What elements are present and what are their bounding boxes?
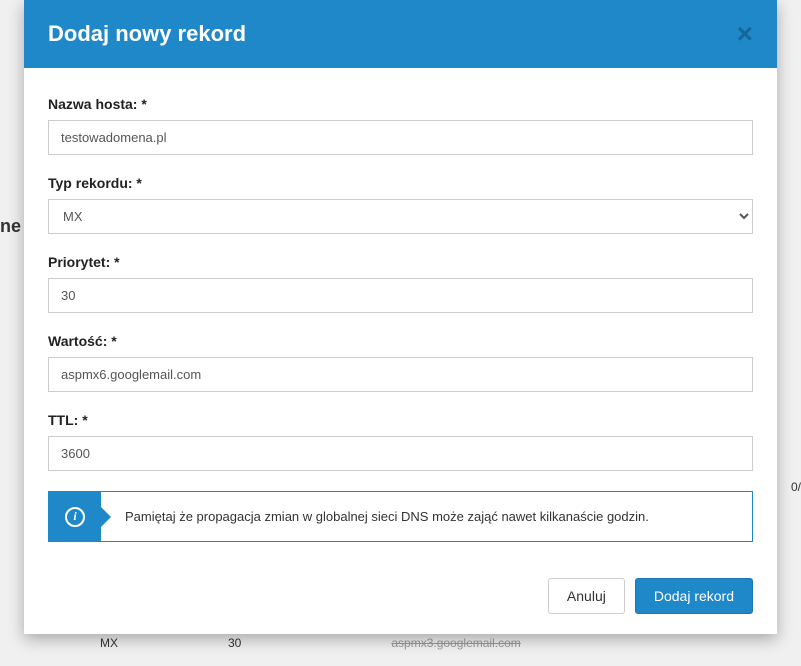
info-icon-wrap: i [49, 492, 101, 541]
ttl-label: TTL: * [48, 412, 753, 428]
modal-body: Nazwa hosta: * Typ rekordu: * MX Prioryt… [24, 68, 777, 566]
priority-group: Priorytet: * [48, 254, 753, 313]
record-type-group: Typ rekordu: * MX [48, 175, 753, 234]
value-label: Wartość: * [48, 333, 753, 349]
info-text: Pamiętaj że propagacja zmian w globalnej… [101, 492, 752, 541]
modal-overlay: Dodaj nowy rekord × Nazwa hosta: * Typ r… [0, 0, 801, 666]
hostname-group: Nazwa hosta: * [48, 96, 753, 155]
add-record-button[interactable]: Dodaj rekord [635, 578, 753, 614]
info-icon: i [65, 507, 85, 527]
record-type-label: Typ rekordu: * [48, 175, 753, 191]
hostname-label: Nazwa hosta: * [48, 96, 753, 112]
cancel-button[interactable]: Anuluj [548, 578, 625, 614]
info-box: i Pamiętaj że propagacja zmian w globaln… [48, 491, 753, 542]
ttl-input[interactable] [48, 436, 753, 471]
priority-label: Priorytet: * [48, 254, 753, 270]
hostname-input[interactable] [48, 120, 753, 155]
ttl-group: TTL: * [48, 412, 753, 471]
value-input[interactable] [48, 357, 753, 392]
modal-header: Dodaj nowy rekord × [24, 0, 777, 68]
close-icon[interactable]: × [737, 20, 753, 48]
modal-footer: Anuluj Dodaj rekord [24, 566, 777, 634]
record-type-select[interactable]: MX [48, 199, 753, 234]
add-record-modal: Dodaj nowy rekord × Nazwa hosta: * Typ r… [24, 0, 777, 634]
priority-input[interactable] [48, 278, 753, 313]
value-group: Wartość: * [48, 333, 753, 392]
modal-title: Dodaj nowy rekord [48, 21, 246, 47]
